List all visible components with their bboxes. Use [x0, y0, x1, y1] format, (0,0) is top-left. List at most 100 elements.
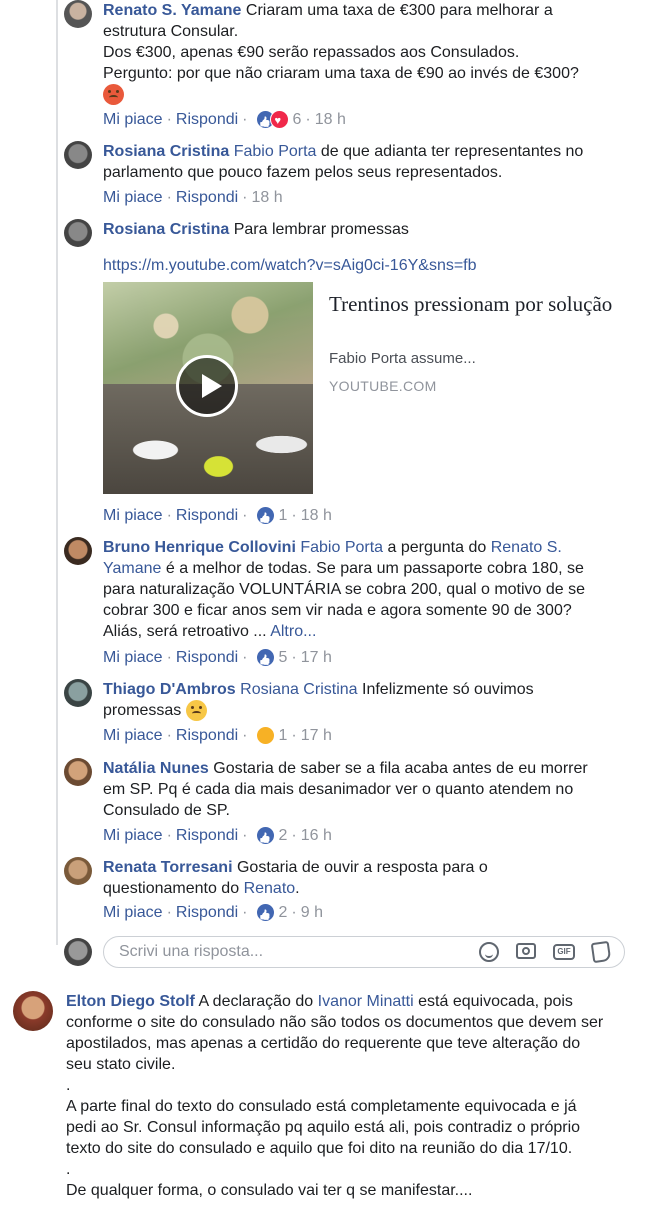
separator: · [291, 827, 297, 844]
comment-actions: Mi piace · Rispondi · 1 · 18 h [103, 505, 332, 526]
preview-source: YOUTUBE.COM [329, 378, 437, 394]
youtube-url[interactable]: https://m.youtube.com/watch?v=sAig0ci-16… [103, 255, 623, 276]
reply-button[interactable]: Rispondi [176, 825, 238, 846]
comment-text: Criaram uma taxa de €300 para melhorar a [245, 2, 553, 19]
avatar[interactable] [64, 537, 92, 565]
separator: · [242, 189, 248, 206]
mention-link[interactable]: Rosiana Cristina [240, 681, 357, 698]
timestamp[interactable]: 18 h [252, 187, 283, 208]
like-button[interactable]: Mi piace [103, 647, 163, 668]
reply-button[interactable]: Rispondi [176, 109, 238, 130]
comment-body: Elton Diego Stolf A declaração do Ivanor… [66, 991, 646, 1201]
like-reaction-icon [255, 506, 275, 525]
reply-input[interactable]: Scrivi una risposta... GIF [103, 936, 625, 968]
comment-text: Pergunto: por que não criaram uma taxa d… [103, 65, 579, 82]
preview-title[interactable]: Trentinos pressionam por solução [329, 290, 619, 318]
author-name[interactable]: Thiago D'Ambros [103, 681, 236, 698]
comment-text: em SP. Pq é cada dia mais desanimador ve… [103, 781, 574, 798]
reactions[interactable]: 1 [255, 725, 287, 746]
separator: · [166, 111, 172, 128]
timestamp[interactable]: 9 h [301, 902, 323, 923]
avatar[interactable] [64, 758, 92, 786]
comment-text: . [66, 1077, 71, 1094]
author-name[interactable]: Rosiana Cristina [103, 143, 229, 160]
author-name[interactable]: Renata Torresani [103, 859, 233, 876]
mention-link[interactable]: Yamane [103, 560, 161, 577]
video-thumbnail[interactable] [103, 282, 313, 494]
mention-link[interactable]: Renato S. [491, 539, 562, 556]
comment-text: seu stato civile. [66, 1056, 176, 1073]
comment-body: Renata Torresani Gostaria de ouvir a res… [103, 857, 623, 899]
avatar[interactable] [64, 219, 92, 247]
separator: · [242, 827, 248, 844]
author-name[interactable]: Rosiana Cristina [103, 221, 229, 238]
reaction-count: 6 [292, 111, 302, 128]
separator: · [166, 507, 172, 524]
comment-text: A parte final do texto do consulado está… [66, 1098, 577, 1115]
comment-text: para naturalização VOLUNTÁRIA se cobra 2… [103, 581, 586, 598]
separator: · [166, 189, 172, 206]
worried-emoji-icon [185, 700, 207, 722]
comment-actions: Mi piace · Rispondi · 2 · 16 h [103, 825, 332, 846]
timestamp[interactable]: 17 h [301, 725, 332, 746]
comment-body: Rosiana Cristina Para lembrar promessas [103, 219, 623, 240]
comment-text: Infelizmente só ouvimos [362, 681, 534, 698]
avatar[interactable] [64, 679, 92, 707]
avatar[interactable] [64, 0, 92, 28]
reply-button[interactable]: Rispondi [176, 725, 238, 746]
like-button[interactable]: Mi piace [103, 825, 163, 846]
reply-button[interactable]: Rispondi [176, 647, 238, 668]
url-link[interactable]: https://m.youtube.com/watch?v=sAig0ci-16… [103, 257, 477, 274]
avatar[interactable] [13, 991, 53, 1031]
mention-link[interactable]: Renato [244, 880, 296, 897]
timestamp[interactable]: 17 h [301, 647, 332, 668]
comment-actions: Mi piace · Rispondi · 1 · 17 h [103, 725, 332, 746]
link-preview[interactable]: Trentinos pressionam por solução Fabio P… [103, 282, 623, 494]
comment-text: promessas [103, 702, 182, 719]
camera-icon[interactable] [516, 943, 536, 959]
reactions[interactable]: 2 [255, 902, 287, 923]
separator: · [166, 649, 172, 666]
separator: · [305, 111, 311, 128]
comment-text: Dos €300, apenas €90 serão repassados ao… [103, 44, 520, 61]
author-name[interactable]: Bruno Henrique Collovini [103, 539, 296, 556]
like-button[interactable]: Mi piace [103, 505, 163, 526]
comment-actions: Mi piace · Rispondi · 5 · 17 h [103, 647, 332, 668]
see-more-link[interactable]: Altro... [270, 623, 316, 640]
reply-button[interactable]: Rispondi [176, 902, 238, 923]
mention-link[interactable]: Fabio Porta [234, 143, 317, 160]
comment-text: questionamento do [103, 880, 240, 897]
comment-body: Rosiana Cristina Fabio Porta de que adia… [103, 141, 623, 183]
play-icon[interactable] [176, 355, 238, 417]
like-button[interactable]: Mi piace [103, 725, 163, 746]
reactions[interactable]: 2 [255, 825, 287, 846]
sad-reaction-icon [255, 726, 275, 745]
avatar[interactable] [64, 141, 92, 169]
gif-icon[interactable]: GIF [553, 944, 575, 960]
timestamp[interactable]: 16 h [301, 825, 332, 846]
mention-link[interactable]: Fabio Porta [300, 539, 383, 556]
smiley-icon[interactable] [479, 942, 499, 962]
reactions[interactable]: 6 [255, 109, 302, 132]
timestamp[interactable]: 18 h [301, 505, 332, 526]
reply-button[interactable]: Rispondi [176, 187, 238, 208]
comment-text: está equivocada, pois [418, 993, 573, 1010]
comment-body: Bruno Henrique Collovini Fabio Porta a p… [103, 537, 623, 642]
like-button[interactable]: Mi piace [103, 187, 163, 208]
angry-emoji-icon [103, 84, 124, 106]
like-button[interactable]: Mi piace [103, 902, 163, 923]
like-reaction-icon [255, 648, 275, 667]
comment-text: é a melhor de todas. Se para um passapor… [165, 560, 584, 577]
sticker-icon[interactable] [590, 940, 612, 964]
comment-text: Gostaria de saber se a fila acaba antes … [213, 760, 588, 777]
timestamp[interactable]: 18 h [315, 109, 346, 130]
mention-link[interactable]: Ivanor Minatti [318, 993, 414, 1010]
reactions[interactable]: 1 [255, 505, 287, 526]
avatar[interactable] [64, 857, 92, 885]
like-button[interactable]: Mi piace [103, 109, 163, 130]
author-name[interactable]: Elton Diego Stolf [66, 993, 195, 1010]
reactions[interactable]: 5 [255, 647, 287, 668]
author-name[interactable]: Renato S. Yamane [103, 2, 241, 19]
reply-button[interactable]: Rispondi [176, 505, 238, 526]
author-name[interactable]: Natália Nunes [103, 760, 209, 777]
